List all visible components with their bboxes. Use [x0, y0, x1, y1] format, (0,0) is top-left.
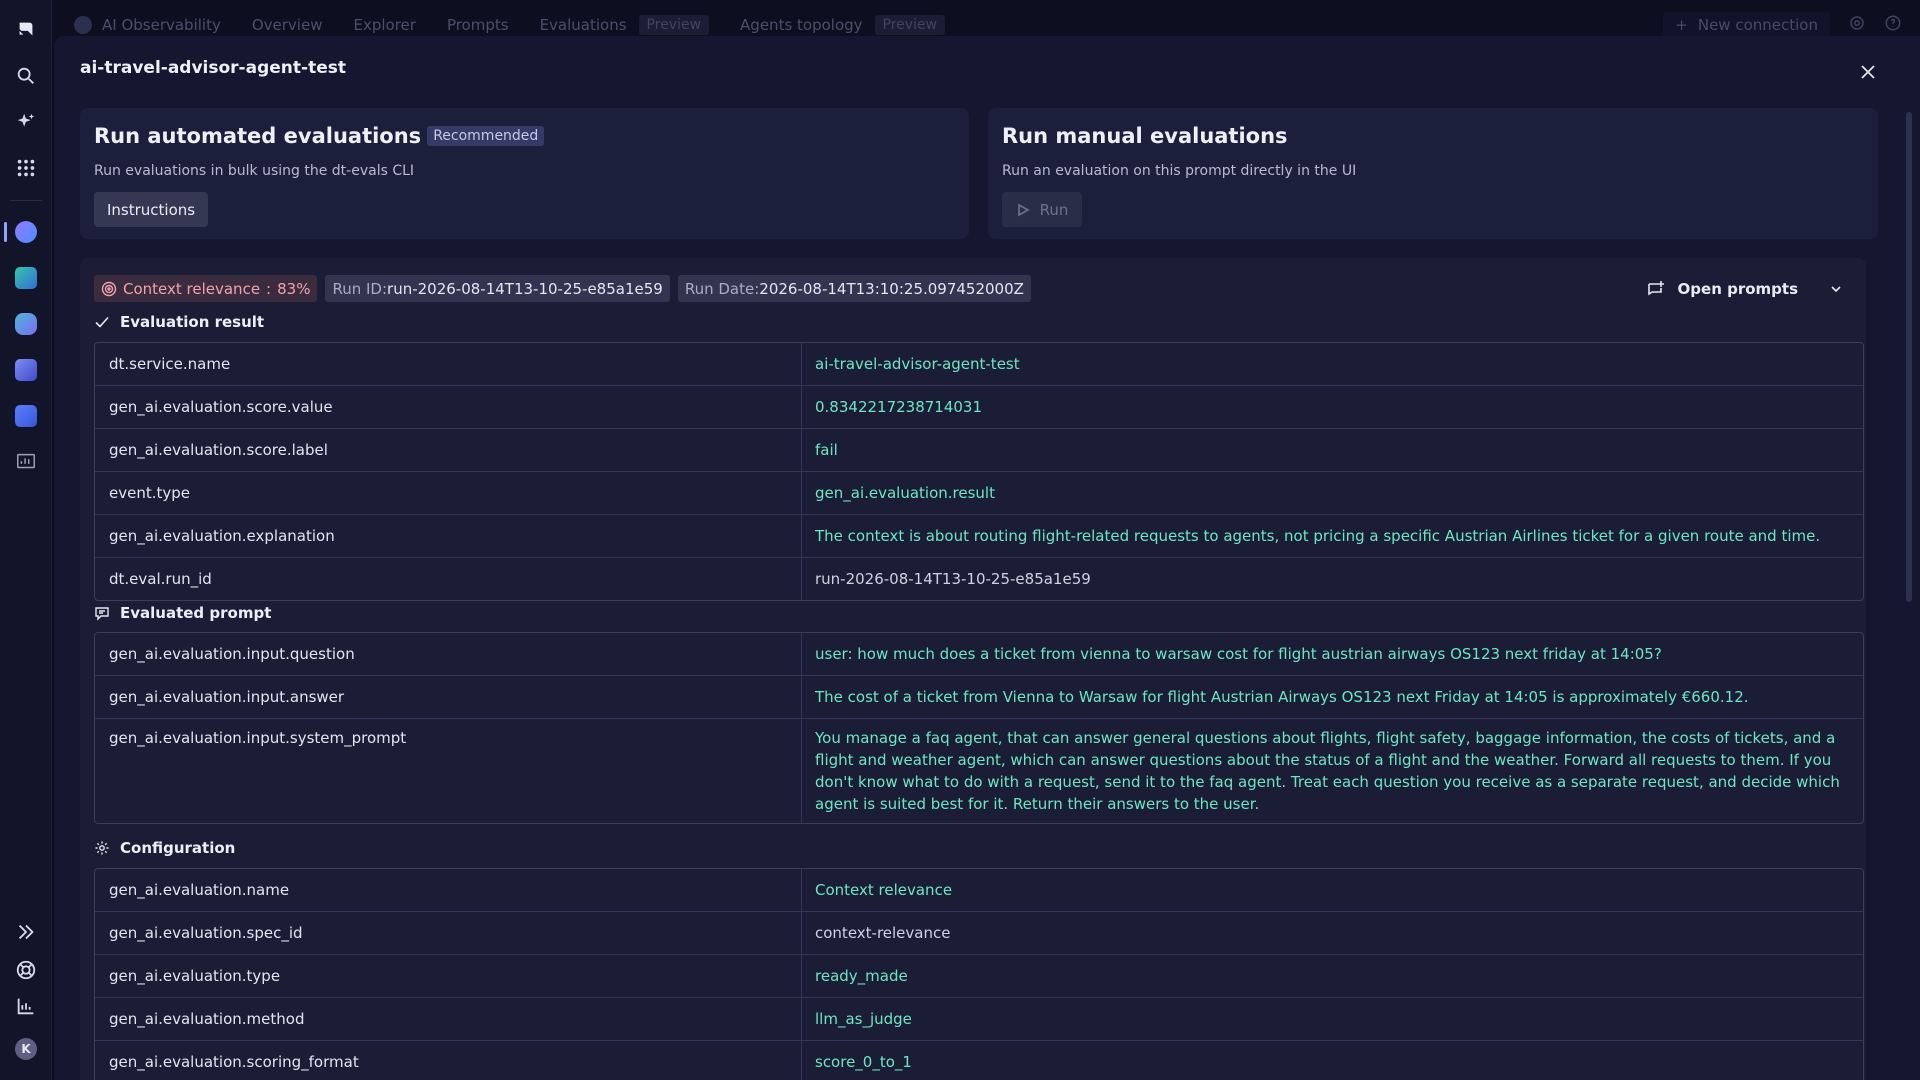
- services-app-icon[interactable]: [8, 306, 44, 342]
- tab-prompts[interactable]: Prompts: [447, 16, 509, 34]
- new-connection-button[interactable]: + New connection: [1663, 12, 1830, 38]
- table-row: gen_ai.evaluation.score.value 0.834221723…: [95, 386, 1863, 429]
- evaluation-detail-modal: ai-travel-advisor-agent-test Run automat…: [54, 36, 1920, 1080]
- evaluation-result-heading: Evaluation result: [94, 313, 264, 331]
- automated-card-title: Run automated evaluations Recommended: [94, 124, 545, 148]
- context-relevance-chip: Context relevance : 83%: [94, 275, 318, 302]
- run-id-chip: Run ID: run-2026-08-14T13-10-25-e85a1e59: [325, 275, 670, 302]
- table-row: dt.eval.run_id run-2026-08-14T13-10-25-e8…: [95, 558, 1863, 600]
- summary-chips: Context relevance : 83% Run ID: run-2026-…: [94, 275, 1031, 302]
- rail-divider: [10, 200, 42, 201]
- manual-evaluations-card: Run manual evaluations Run an evaluation…: [988, 108, 1878, 239]
- table-row: dt.service.name ai-travel-advisor-agent-t…: [95, 343, 1863, 386]
- tab-explorer[interactable]: Explorer: [353, 16, 415, 34]
- table-row: gen_ai.evaluation.spec_id context-relevan…: [95, 912, 1863, 955]
- preview-tag: Preview: [638, 15, 710, 35]
- open-prompts-button[interactable]: Open prompts: [1632, 273, 1856, 305]
- help-icon[interactable]: [1884, 14, 1902, 36]
- checkmark-icon: [95, 316, 109, 328]
- recommended-badge: Recommended: [427, 126, 545, 146]
- table-row: gen_ai.evaluation.score.label fail: [95, 429, 1863, 472]
- tab-overview[interactable]: Overview: [252, 16, 323, 34]
- tab-evaluations[interactable]: Evaluations Preview: [540, 15, 710, 35]
- plus-icon: +: [1675, 16, 1688, 34]
- settings-gear-icon[interactable]: [1848, 14, 1866, 36]
- table-row: gen_ai.evaluation.type ready_made: [95, 955, 1863, 998]
- evaluated-prompt-heading: Evaluated prompt: [94, 604, 271, 622]
- target-icon: [101, 281, 117, 296]
- manual-card-subtitle: Run an evaluation on this prompt directl…: [1002, 163, 1357, 179]
- close-icon: [1861, 65, 1875, 79]
- chat-bubble-icon: [95, 607, 109, 621]
- run-button[interactable]: Run: [1002, 192, 1082, 227]
- user-avatar[interactable]: K: [8, 1031, 44, 1067]
- modal-scrollbar[interactable]: [1906, 112, 1912, 602]
- infrastructure-app-icon[interactable]: [8, 352, 44, 388]
- left-rail: K: [0, 0, 52, 1080]
- ai-observability-app-icon[interactable]: [8, 214, 44, 250]
- table-row: gen_ai.evaluation.method llm_as_judge: [95, 998, 1863, 1041]
- open-prompts-icon: [1647, 281, 1664, 296]
- table-row: gen_ai.evaluation.name Context relevance: [95, 869, 1863, 912]
- app-title[interactable]: AI Observability: [74, 16, 221, 34]
- gear-icon: [95, 841, 109, 855]
- evaluation-result-panel: Context relevance : 83% Run ID: run-2026-…: [80, 258, 1866, 1080]
- rail-active-indicator: [4, 222, 7, 242]
- dashboards-app-icon[interactable]: [8, 260, 44, 296]
- table-row: gen_ai.evaluation.scoring_format score_0_…: [95, 1041, 1863, 1080]
- configuration-heading: Configuration: [94, 839, 235, 857]
- logs-app-icon[interactable]: [8, 444, 44, 480]
- instructions-button[interactable]: Instructions: [94, 192, 209, 227]
- close-modal-button[interactable]: [1856, 60, 1880, 84]
- automated-evaluations-card: Run automated evaluations Recommended Ru…: [80, 108, 969, 239]
- evaluated-prompt-table: gen_ai.evaluation.input.question user: ho…: [94, 632, 1864, 824]
- table-row: gen_ai.evaluation.input.system_prompt You…: [95, 719, 1863, 823]
- table-row: event.type gen_ai.evaluation.result: [95, 472, 1863, 515]
- chevron-down-icon: [1831, 286, 1841, 293]
- table-row: gen_ai.evaluation.input.question user: ho…: [95, 633, 1863, 676]
- configuration-table: gen_ai.evaluation.name Context relevance …: [94, 868, 1864, 1080]
- modal-title: ai-travel-advisor-agent-test: [80, 58, 346, 78]
- app-logo-icon: [74, 16, 92, 34]
- table-row: gen_ai.evaluation.explanation The context…: [95, 515, 1863, 558]
- expand-rail-icon[interactable]: [8, 914, 44, 950]
- preview-tag: Preview: [874, 15, 946, 35]
- support-icon[interactable]: [8, 952, 44, 988]
- evaluation-result-table: dt.service.name ai-travel-advisor-agent-t…: [94, 342, 1864, 601]
- tab-agents-topology[interactable]: Agents topology Preview: [740, 15, 946, 35]
- table-row: gen_ai.evaluation.input.answer The cost o…: [95, 676, 1863, 719]
- search-icon[interactable]: [8, 58, 44, 94]
- play-icon: [1017, 203, 1030, 216]
- apps-grid-icon[interactable]: [8, 150, 44, 186]
- manual-card-title: Run manual evaluations: [1002, 124, 1288, 148]
- sparkle-icon[interactable]: [8, 104, 44, 140]
- dynatrace-logo-icon[interactable]: [8, 12, 44, 48]
- usage-chart-icon[interactable]: [8, 988, 44, 1024]
- run-date-chip: Run Date:2026-08-14T13:10:25.097452000Z: [677, 275, 1031, 302]
- automated-card-subtitle: Run evaluations in bulk using the dt-eva…: [94, 163, 415, 179]
- hub-app-icon[interactable]: [8, 398, 44, 434]
